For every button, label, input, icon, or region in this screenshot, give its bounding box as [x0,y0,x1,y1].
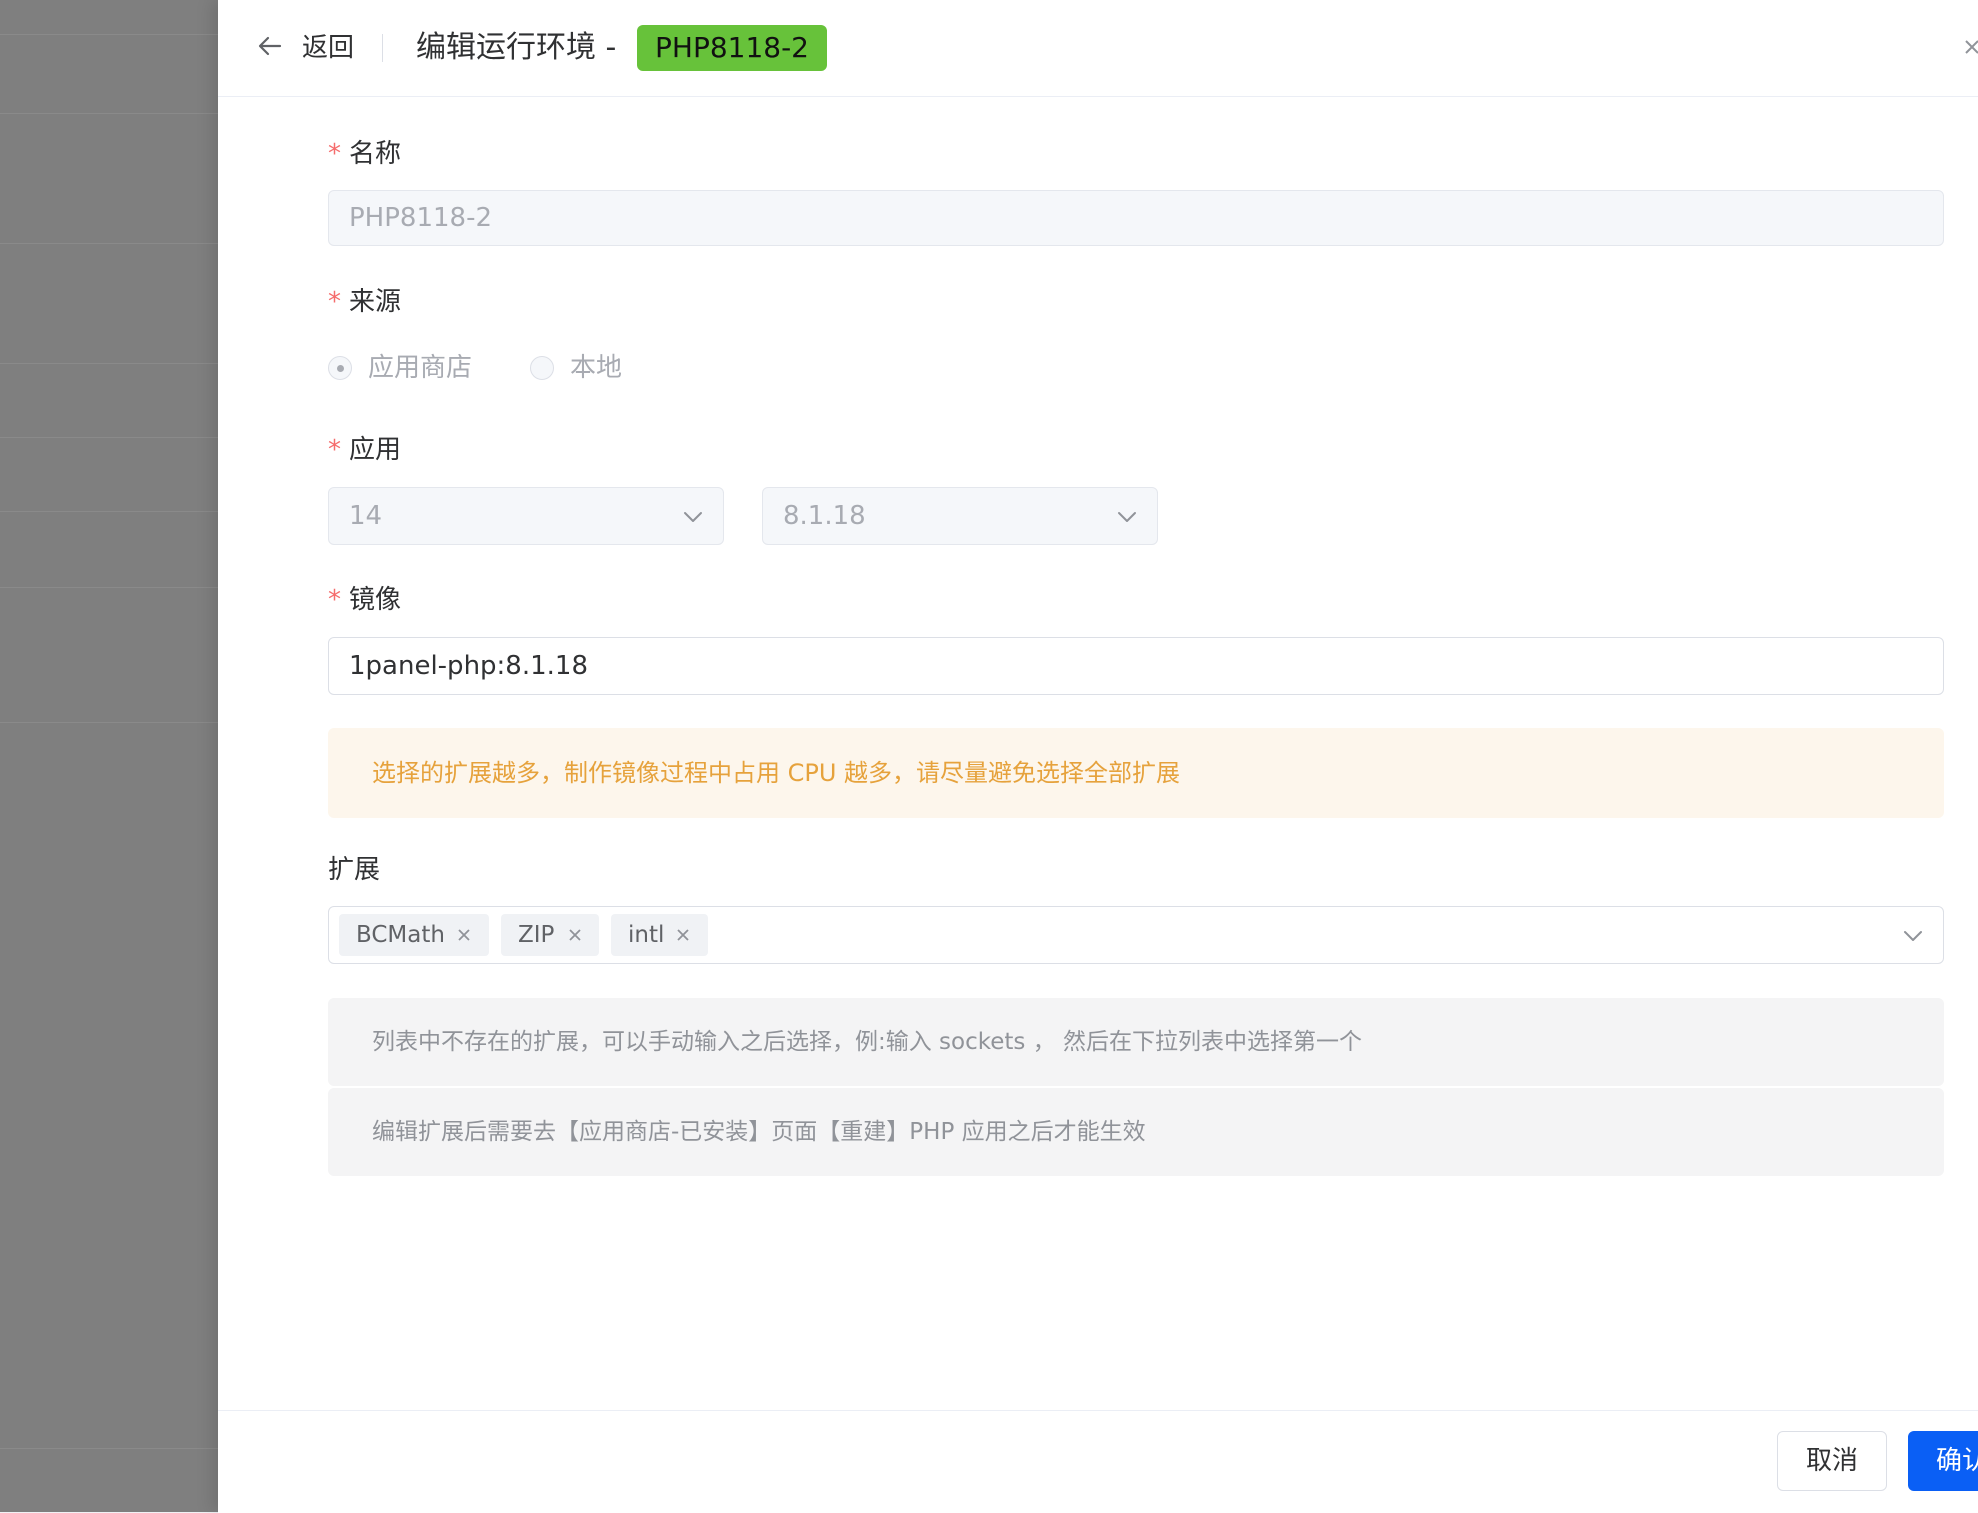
hint-text: 编辑扩展后需要去【应用商店-已安装】页面【重建】PHP 应用之后才能生效 [372,1119,1146,1145]
background-overlay[interactable] [0,0,218,1512]
radio-circle [530,356,554,380]
radio-label: 应用商店 [368,353,473,383]
version-select[interactable]: 8.1.18 [762,487,1158,545]
arrow-left-icon[interactable] [256,32,284,60]
version-select-value: 8.1.18 [783,501,866,531]
name-label: * 名称 [328,136,401,172]
hint-text: 列表中不存在的扩展，可以手动输入之后选择，例:输入 sockets ， 然后在下… [372,1029,1363,1055]
name-input[interactable]: PHP8118-2 [328,190,1944,246]
confirm-button[interactable]: 确认 [1908,1431,1978,1491]
tag-label: intl [628,922,665,948]
extensions-label: 扩展 [328,852,380,888]
required-mark: * [328,435,341,465]
required-mark: * [328,287,341,317]
overlay-row-divider [0,113,218,114]
edit-runtime-drawer: 返回 编辑运行环境 - PHP8118-2 * 名称 PHP8118-2 * 来源 … [218,0,1978,1513]
name-input-value: PHP8118-2 [349,203,492,233]
chevron-down-icon [684,512,702,522]
overlay-row-divider [0,1448,218,1449]
extension-warning-alert: 选择的扩展越多，制作镜像过程中占用 CPU 越多，请尽量避免选择全部扩展 [328,728,1944,818]
required-mark: * [328,139,341,169]
tag-label: BCMath [356,922,445,948]
tag-label: ZIP [518,922,555,948]
close-icon[interactable] [676,928,690,942]
overlay-row-divider [0,243,218,244]
close-icon[interactable] [568,928,582,942]
overlay-row-divider [0,437,218,438]
overlay-row-divider [0,34,218,35]
overlay-row-divider [0,722,218,723]
name-label-text: 名称 [349,139,402,169]
overlay-row-divider [0,511,218,512]
overlay-row-divider [0,587,218,588]
required-mark: * [328,585,341,615]
radio-label: 本地 [570,353,623,383]
image-input[interactable]: 1panel-php:8.1.18 [328,637,1944,695]
chevron-down-icon [1118,512,1136,522]
source-radio-group: 应用商店 本地 [328,348,728,388]
source-label-text: 来源 [349,287,402,317]
drawer-title: 编辑运行环境 - [416,30,617,65]
app-select-value: 14 [349,501,383,531]
close-icon[interactable] [1964,36,1978,60]
app-select[interactable]: 14 [328,487,724,545]
drawer-footer: 取消 确认 [218,1410,1978,1513]
chevron-down-icon [1904,931,1922,941]
source-radio-local[interactable]: 本地 [530,348,650,388]
overlay-row-divider [0,363,218,364]
extension-hint-rebuild: 编辑扩展后需要去【应用商店-已安装】页面【重建】PHP 应用之后才能生效 [328,1088,1944,1176]
image-label: * 镜像 [328,582,401,618]
image-input-value: 1panel-php:8.1.18 [349,651,589,681]
alert-text: 选择的扩展越多，制作镜像过程中占用 CPU 越多，请尽量避免选择全部扩展 [372,759,1181,787]
extensions-label-text: 扩展 [328,855,381,885]
app-label-text: 应用 [349,435,402,465]
drawer-header: 返回 编辑运行环境 - PHP8118-2 [218,0,1978,97]
runtime-name-tag: PHP8118-2 [637,25,827,71]
source-radio-app-store[interactable]: 应用商店 [328,348,488,388]
extension-tag-intl: intl [611,914,708,956]
extension-tag-bcmath: BCMath [339,914,489,956]
close-icon[interactable] [457,928,471,942]
extension-tag-zip: ZIP [501,914,599,956]
header-divider [382,34,383,62]
cancel-button[interactable]: 取消 [1777,1431,1887,1491]
back-button[interactable]: 返回 [302,28,354,68]
radio-circle-checked [328,356,352,380]
app-label: * 应用 [328,432,401,468]
extensions-select[interactable]: BCMath ZIP intl [328,906,1944,964]
extension-hint-manual-input: 列表中不存在的扩展，可以手动输入之后选择，例:输入 sockets ， 然后在下… [328,998,1944,1086]
image-label-text: 镜像 [349,585,402,615]
source-label: * 来源 [328,284,401,320]
